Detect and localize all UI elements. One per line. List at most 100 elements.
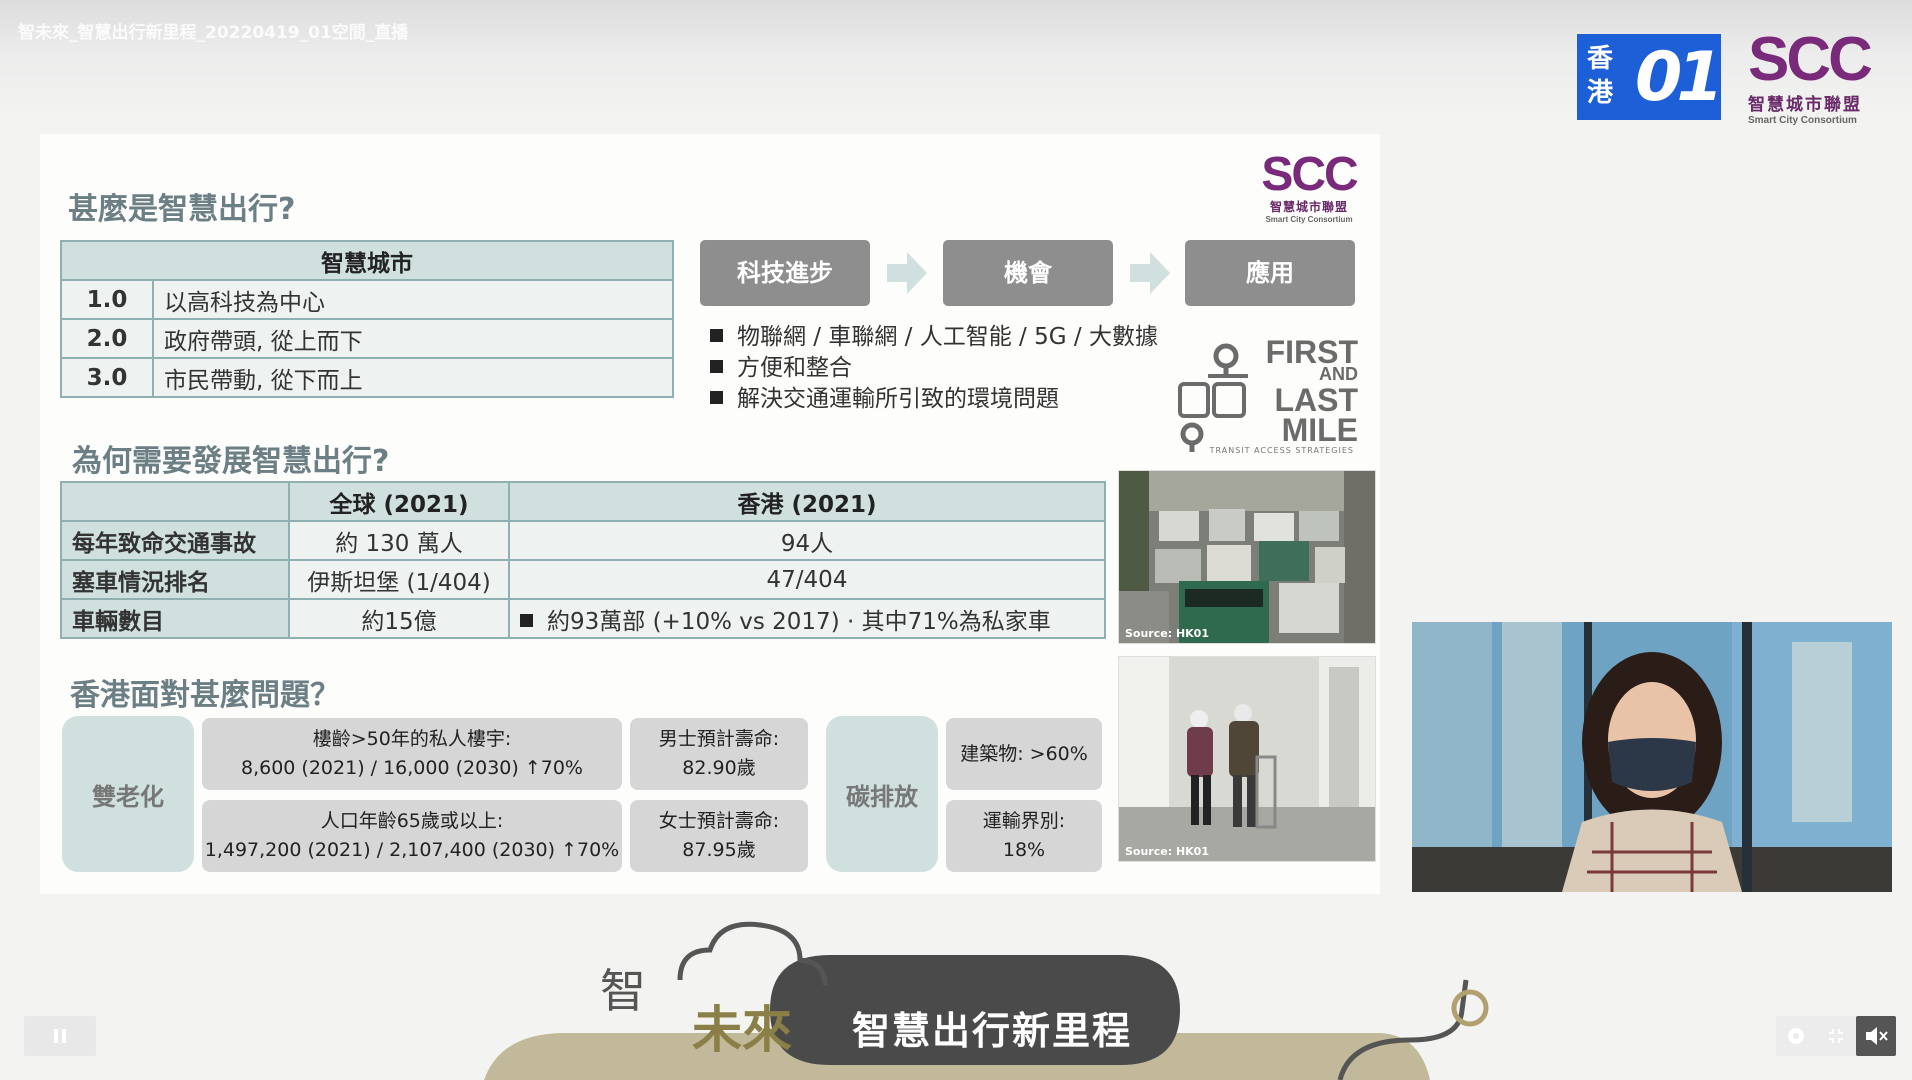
bullet-list: 物聯網 / 車聯網 / 人工智能 / 5G / 大數據 方便和整合 解決交通運輸… [710,322,1158,415]
first-last-mile-logo: FIRST AND LAST MILE TRANSIT ACCESS STRAT… [1178,334,1358,456]
elderly-photo-image [1119,657,1375,861]
row-label: 每年致命交通事故 [60,520,290,561]
flm-subtitle: TRANSIT ACCESS STRATEGIES [1209,446,1354,455]
scc-slide-logo-en: Smart City Consortium [1265,215,1353,224]
female-life-expectancy-box: 女士預計壽命: 87.95歲 [630,800,808,872]
hk-cell: 約93萬部 (+10% vs 2017) · 其中71%為私家車 [508,598,1106,639]
global-cell: 伊斯坦堡 (1/404) [288,559,510,600]
building-emission-box: 建築物: >60% [946,718,1102,790]
why-table: 全球 (2021) 香港 (2021) 每年致命交通事故 約 130 萬人 94… [60,481,1106,639]
hk01-logo-mark: 01 [1635,38,1724,117]
header-cell-global: 全球 (2021) [288,481,510,522]
table-row: 1.0 以高科技為中心 [60,279,674,320]
exit-fullscreen-button[interactable] [1816,1016,1856,1056]
male-life-expectancy-box: 男士預計壽命: 82.90歲 [630,718,808,790]
version-cell: 1.0 [60,279,154,320]
gear-icon [1788,1028,1804,1044]
muted-speaker-icon [1866,1027,1888,1045]
global-cell: 約15億 [288,598,510,639]
footer-logo-future: 未來 [692,1001,792,1059]
bullet-text: 解決交通運輸所引致的環境問題 [737,386,1059,412]
bullet-item: 物聯網 / 車聯網 / 人工智能 / 5G / 大數據 [710,322,1158,353]
presenter-video-image [1412,622,1892,892]
traffic-photo-image [1119,471,1375,643]
transport-emission-box: 運輸界別: 18% [946,800,1102,872]
square-bullet-icon [710,360,723,373]
elderly-walking-photo: Source: HK01 [1118,656,1376,862]
description-cell: 以高科技為中心 [152,279,674,320]
scc-logo-en: Smart City Consortium [1748,115,1857,126]
square-bullet-icon [520,613,533,627]
table-row: 3.0 市民帶動, 從下而上 [60,357,674,398]
hk01-logo: 香港 01 [1577,34,1724,120]
square-bullet-icon [710,329,723,342]
flow-box-application: 應用 [1185,240,1355,306]
global-cell: 約 130 萬人 [288,520,510,561]
settings-button[interactable] [1776,1016,1816,1056]
header-cell-hk: 香港 (2021) [508,481,1106,522]
map-pin-bus-icon [1178,343,1248,452]
scc-logo-mark: SCC [1748,25,1873,94]
version-cell: 3.0 [60,357,154,398]
mute-button[interactable] [1856,1016,1896,1056]
hk01-logo-chars: 香港 [1587,44,1614,108]
slide-heading-why: 為何需要發展智慧出行? [72,444,390,479]
video-title: 智未來_智慧出行新里程_20220419_01空間_直播 [18,23,409,43]
description-cell: 市民帶動, 從下而上 [152,357,674,398]
bullet-item: 方便和整合 [710,353,1158,384]
flm-mile: MILE [1281,412,1358,448]
aging-label: 雙老化 [62,716,194,872]
bullet-text: 方便和整合 [737,355,852,381]
scc-slide-logo-zh: 智慧城市聯盟 [1269,200,1348,214]
bullet-item: 解決交通運輸所引致的環境問題 [710,384,1158,415]
building-emission-value: 建築物: >60% [960,742,1088,765]
flow-arrow-icon [1130,252,1170,294]
photo-source-label: Source: HK01 [1125,845,1209,858]
hk-cell: 47/404 [508,559,1106,600]
table-row: 2.0 政府帶頭, 從上而下 [60,318,674,359]
bullet-text: 物聯網 / 車聯網 / 人工智能 / 5G / 大數據 [737,324,1158,350]
building-age-value: 8,600 (2021) / 16,000 (2030) ↑70% [241,757,583,779]
table-row: 每年致命交通事故 約 130 萬人 94人 [60,520,1106,561]
photo-source-label: Source: HK01 [1125,627,1209,640]
transport-emission-title: 運輸界別: [982,810,1066,832]
female-life-value: 87.95歲 [682,839,756,861]
scc-logo: SCC 智慧城市聯盟 Smart City Consortium [1748,25,1888,127]
traffic-jam-photo: Source: HK01 [1118,470,1376,644]
building-age-title: 樓齡>50年的私人樓宇: [312,728,512,750]
flow-box-tech: 科技進步 [700,240,870,306]
slide-heading-problems: 香港面對甚麼問題？ [70,678,340,713]
version-cell: 2.0 [60,318,154,359]
population-age-box: 人口年齡65歲或以上: 1,497,200 (2021) / 2,107,400… [202,800,622,872]
presenter-webcam [1412,622,1892,892]
male-life-value: 82.90歲 [682,757,756,779]
row-label: 塞車情況排名 [60,559,290,600]
building-age-box: 樓齡>50年的私人樓宇: 8,600 (2021) / 16,000 (2030… [202,718,622,790]
population-age-title: 人口年齡65歲或以上: [320,810,504,832]
transport-emission-value: 18% [1002,839,1046,861]
slide-heading-what: 甚麼是智慧出行? [68,192,296,227]
scc-slide-logo: SCC 智慧城市聯盟 Smart City Consortium [1254,148,1364,225]
footer-logo-wisdom: 智 [600,964,646,1018]
pause-icon [54,1029,66,1043]
scc-slide-logo-mark: SCC [1261,148,1358,201]
pause-button[interactable] [24,1016,96,1056]
smart-city-header: 智慧城市 [60,240,674,281]
flow-box-opportunity: 機會 [943,240,1113,306]
carbon-emission-label: 碳排放 [826,716,938,872]
table-row: 車輛數目 約15億 約93萬部 (+10% vs 2017) · 其中71%為私… [60,598,1106,639]
hk-cell-text: 約93萬部 (+10% vs 2017) · 其中71%為私家車 [547,608,1051,635]
exit-fullscreen-icon [1829,1029,1843,1043]
row-label: 車輛數目 [60,598,290,639]
hk-cell: 94人 [508,520,1106,561]
description-cell: 政府帶頭, 從上而下 [152,318,674,359]
flow-arrow-icon [887,252,927,294]
table-row: 塞車情況排名 伊斯坦堡 (1/404) 47/404 [60,559,1106,600]
female-life-title: 女士預計壽命: [658,810,780,832]
footer-title: 智慧出行新里程 [852,1009,1133,1053]
header-cell-empty [60,481,290,522]
square-bullet-icon [710,391,723,404]
population-age-value: 1,497,200 (2021) / 2,107,400 (2030) ↑70% [204,839,620,861]
male-life-title: 男士預計壽命: [658,728,780,750]
smart-city-table: 智慧城市 1.0 以高科技為中心 2.0 政府帶頭, 從上而下 3.0 市民帶動… [60,240,674,398]
